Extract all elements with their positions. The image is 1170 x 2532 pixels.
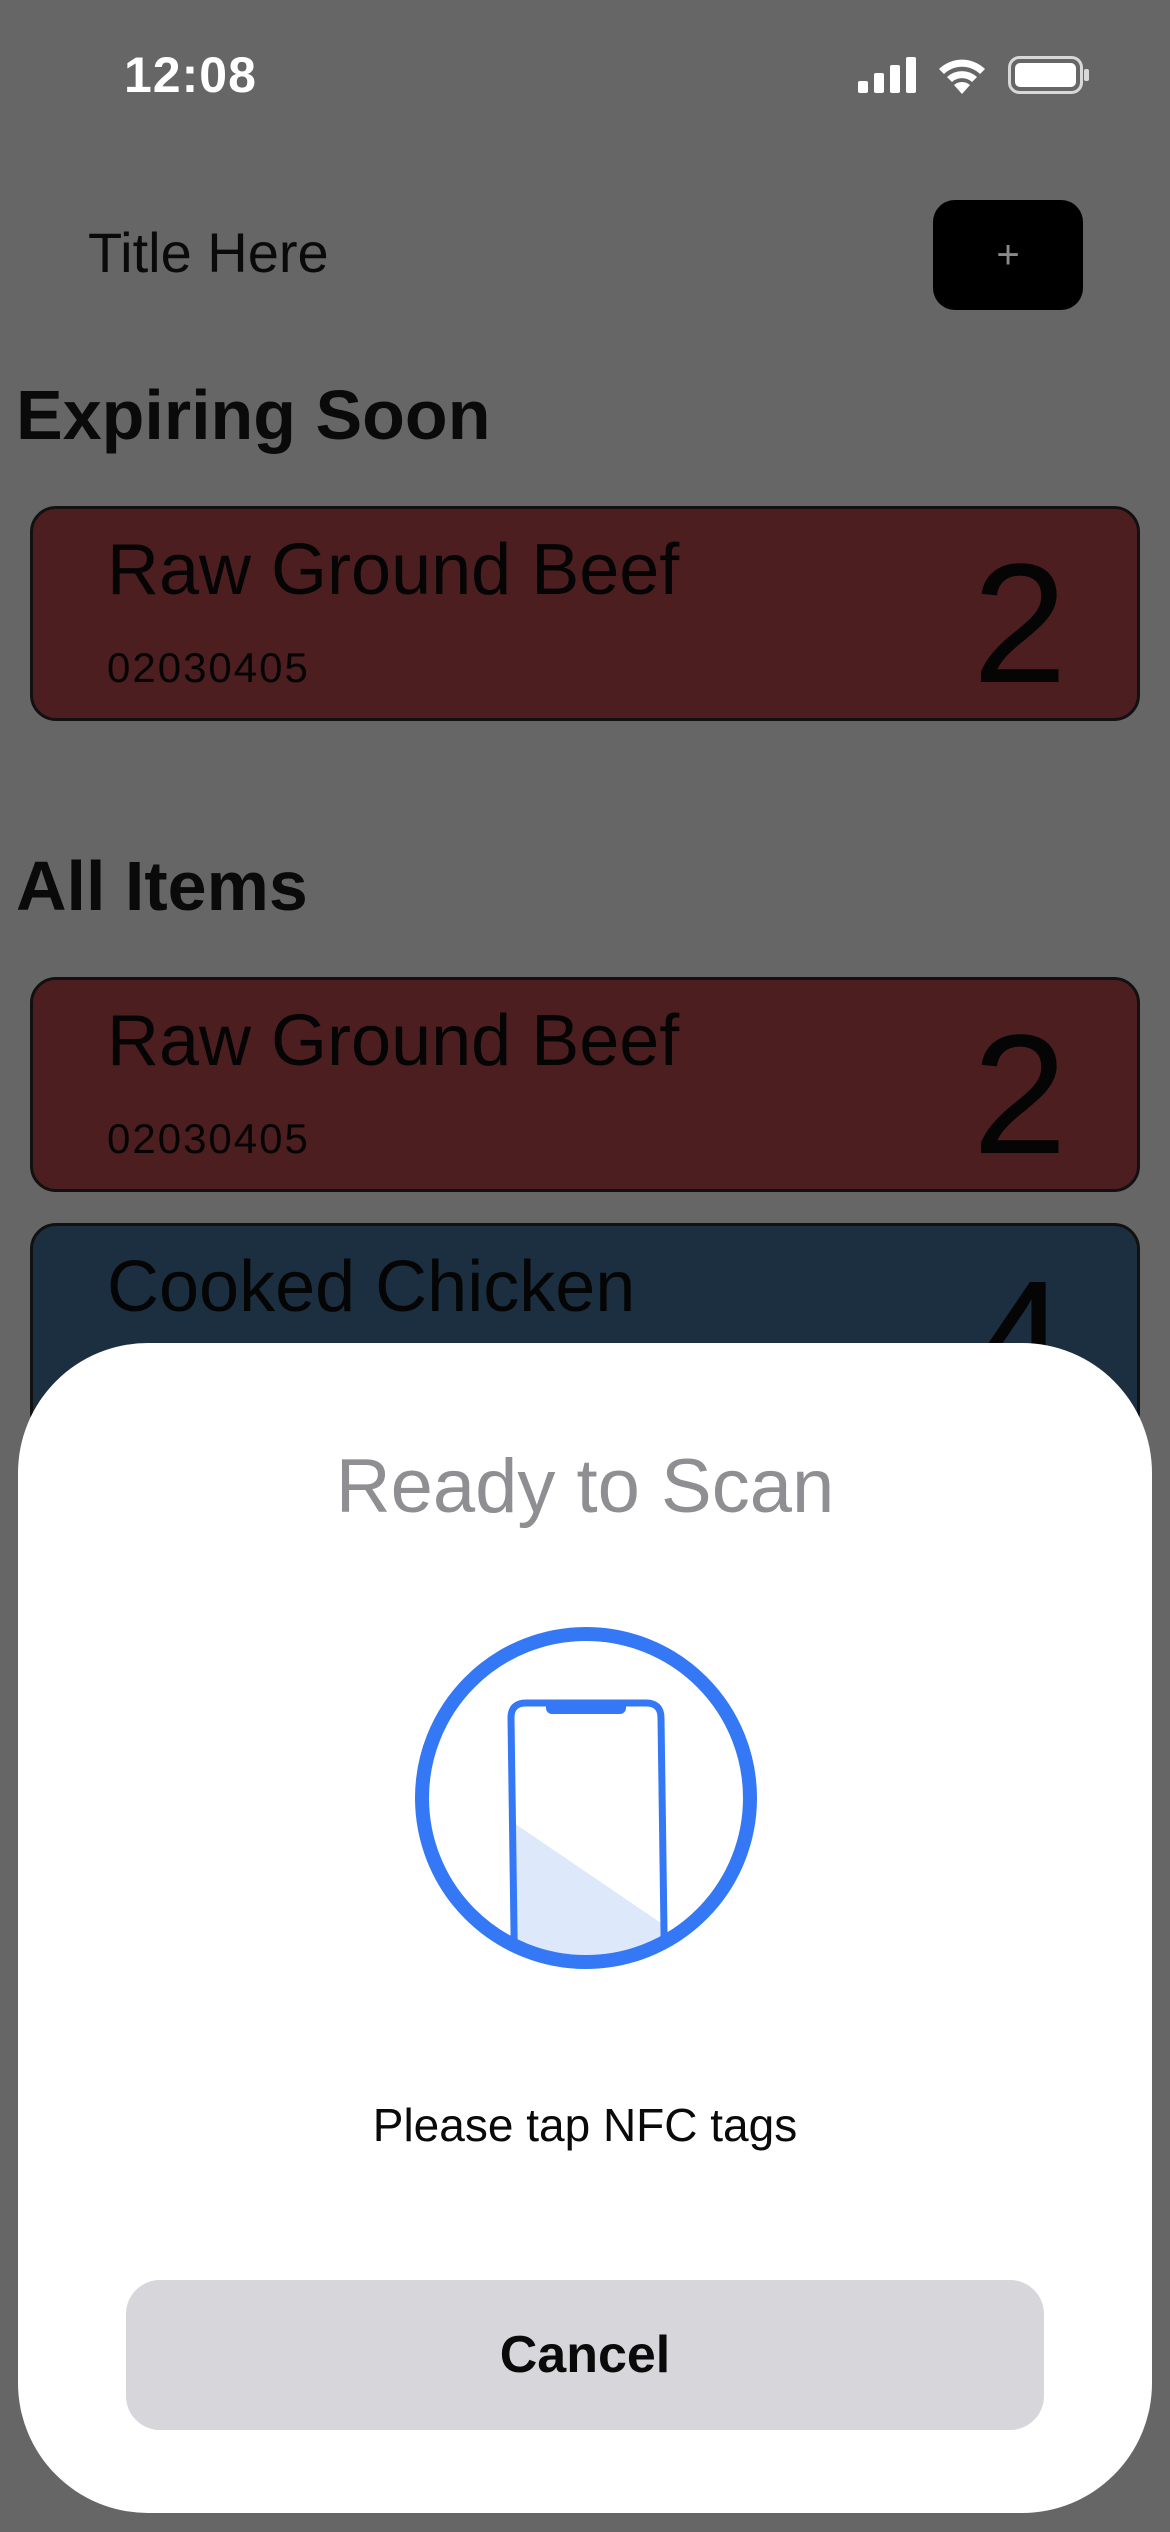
nfc-scan-sheet: Ready to Scan Please tap NFC tags Cancel — [18, 1343, 1152, 2513]
status-icons — [858, 56, 1090, 94]
app-header: Title Here + — [0, 190, 1170, 320]
wifi-icon — [939, 59, 985, 94]
page-title: Title Here — [88, 221, 329, 284]
status-bar: 12:08 — [0, 0, 1170, 150]
item-code: 02030405 — [107, 1115, 310, 1162]
sheet-title: Ready to Scan — [335, 1444, 835, 1529]
signal-icon — [858, 57, 916, 93]
item-count: 2 — [972, 529, 1067, 719]
section-heading-all-items: All Items — [16, 847, 308, 925]
item-code: 02030405 — [107, 644, 310, 691]
section-heading-expiring-soon: Expiring Soon — [16, 376, 491, 454]
cancel-button[interactable]: Cancel — [126, 2280, 1044, 2430]
item-count: 2 — [972, 1000, 1067, 1190]
battery-icon — [1008, 56, 1089, 94]
item-name: Raw Ground Beef — [107, 1001, 680, 1081]
list-item[interactable]: Raw Ground Beef 02030405 2 — [30, 977, 1140, 1192]
sheet-message: Please tap NFC tags — [372, 2099, 798, 2151]
item-name: Raw Ground Beef — [107, 530, 680, 610]
add-item-button[interactable]: + — [933, 200, 1083, 310]
item-name: Cooked Chicken — [107, 1247, 636, 1327]
list-item[interactable]: Raw Ground Beef 02030405 2 — [30, 506, 1140, 721]
status-time: 12:08 — [124, 47, 257, 103]
phone-scan-icon — [415, 1627, 757, 1969]
